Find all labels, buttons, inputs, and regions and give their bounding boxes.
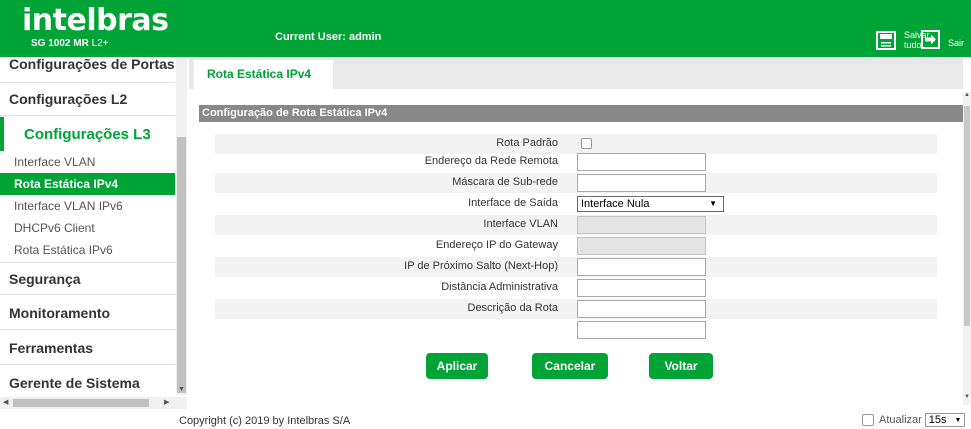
scroll-right-arrow-icon[interactable]: ▶ <box>164 398 169 406</box>
top-header: intelbras SG 1002 MR L2+ Current User: a… <box>0 0 971 57</box>
model-name: SG 1002 MR L2+ <box>31 38 109 49</box>
sidebar-section-label: Ferramentas <box>9 339 94 356</box>
content-scroll-down-icon[interactable]: ▼ <box>964 394 970 400</box>
content-scroll-up-icon[interactable]: ▲ <box>964 92 970 98</box>
refresh-interval-value: 15s <box>928 414 947 426</box>
back-button[interactable]: Voltar <box>649 353 713 379</box>
sidebar-section-label: Gerente de Sistema <box>9 375 140 391</box>
exit-button[interactable]: Sair <box>921 30 964 49</box>
gateway-ip-input <box>577 237 706 255</box>
chevron-down-icon: ▼ <box>709 199 717 208</box>
extra-input[interactable] <box>577 321 706 339</box>
brand-logo: intelbras <box>22 3 169 38</box>
sidebar-section-system-manager[interactable]: Gerente de Sistema <box>0 366 175 400</box>
tab-bar: Rota Estática IPv4 <box>189 57 963 89</box>
scroll-left-arrow-icon[interactable]: ◀ <box>3 398 8 406</box>
sidebar-section-port-config[interactable]: Configurações de Portas <box>0 57 175 77</box>
sidebar-vertical-scrollbar[interactable] <box>176 57 187 395</box>
remote-network-input[interactable] <box>577 153 706 171</box>
default-route-label: Rota Padrão <box>496 137 558 149</box>
form-row-exit-interface: Interface de Saída Interface Nula ▼ <box>215 194 937 214</box>
sidebar-item-interface-vlan[interactable]: Interface VLAN <box>0 151 175 173</box>
exit-interface-select[interactable]: Interface Nula ▼ <box>577 196 724 212</box>
sidebar-item-interface-vlan-ipv6[interactable]: Interface VLAN IPv6 <box>0 195 175 217</box>
apply-button[interactable]: Aplicar <box>426 353 488 379</box>
sidebar-section-label: Configurações L3 <box>24 125 151 143</box>
copyright-text: Copyright (c) 2019 by Intelbras S/A <box>179 415 351 427</box>
route-description-input[interactable] <box>577 300 706 318</box>
main-content: Rota Estática IPv4 Configuração de Rota … <box>189 57 963 407</box>
auto-refresh-control: Atualizar 15s ▼ <box>862 413 966 427</box>
refresh-interval-select[interactable]: 15s ▼ <box>924 413 966 427</box>
form-row-next-hop: IP de Próximo Salto (Next-Hop) <box>215 257 937 277</box>
sidebar-section-l2[interactable]: Configurações L2 <box>0 82 175 116</box>
exit-label: Sair <box>948 38 965 48</box>
panel-title: Configuração de Rota Estática IPv4 <box>199 105 963 122</box>
interface-vlan-label: Interface VLAN <box>483 218 558 230</box>
save-icon <box>876 30 896 50</box>
form-row-subnet-mask: Máscara de Sub-rede <box>215 173 937 193</box>
sidebar-scroll-thumb[interactable] <box>177 137 186 393</box>
gateway-ip-label: Endereço IP do Gateway <box>435 239 558 251</box>
form-row-route-description: Descrição da Rota <box>215 299 937 319</box>
form-row-interface-vlan: Interface VLAN <box>215 215 937 235</box>
sidebar-hscroll-thumb[interactable] <box>13 399 149 407</box>
default-route-checkbox[interactable] <box>581 138 592 149</box>
auto-refresh-label: Atualizar <box>879 414 922 426</box>
scroll-up-arrow-icon[interactable]: ▲ <box>162 63 169 70</box>
sidebar-section-label: Segurança <box>9 270 81 287</box>
form-row-gateway-ip: Endereço IP do Gateway <box>215 236 937 256</box>
auto-refresh-checkbox[interactable] <box>862 414 874 426</box>
exit-interface-value: Interface Nula <box>581 198 650 210</box>
sidebar-section-label: Configurações de Portas <box>9 57 175 72</box>
model-suffix: L2+ <box>88 38 109 49</box>
form-row-extra <box>215 320 937 340</box>
form-row-default-route: Rota Padrão <box>215 134 937 154</box>
exit-interface-label: Interface de Saída <box>468 197 558 209</box>
sidebar-section-tools[interactable]: Ferramentas <box>0 331 175 365</box>
sidebar-section-monitoring[interactable]: Monitoramento <box>0 296 175 330</box>
scroll-down-arrow-icon[interactable]: ▼ <box>178 386 185 393</box>
tab-static-route-ipv4[interactable]: Rota Estática IPv4 <box>194 60 333 89</box>
interface-vlan-input <box>577 216 706 234</box>
sidebar-section-security[interactable]: Segurança <box>0 262 175 295</box>
admin-distance-input[interactable] <box>577 279 706 297</box>
route-description-label: Descrição da Rota <box>467 302 559 314</box>
next-hop-label: IP de Próximo Salto (Next-Hop) <box>404 260 558 272</box>
remote-network-label: Endereço da Rede Remota <box>424 155 558 167</box>
cancel-button[interactable]: Cancelar <box>532 353 608 379</box>
form-row-admin-distance: Distância Administrativa <box>215 278 937 298</box>
exit-icon <box>921 30 940 49</box>
content-scroll-thumb[interactable] <box>964 106 970 326</box>
current-user-label: Current User: admin <box>275 31 382 43</box>
content-vertical-scrollbar[interactable]: ▲ ▼ <box>963 92 971 405</box>
sidebar-item-static-route-ipv6[interactable]: Rota Estática IPv6 <box>0 239 175 261</box>
sidebar-item-static-route-ipv4[interactable]: Rota Estática IPv4 <box>0 173 175 195</box>
sidebar-section-label: Configurações L2 <box>9 91 128 107</box>
admin-distance-label: Distância Administrativa <box>441 281 558 293</box>
sidebar-section-l3[interactable]: Configurações L3 <box>0 117 175 151</box>
sidebar-section-label: Monitoramento <box>9 304 111 321</box>
sidebar-item-dhcpv6-client[interactable]: DHCPv6 Client <box>0 217 175 239</box>
sidebar-horizontal-scrollbar[interactable]: ◀ ▶ <box>0 397 187 409</box>
chevron-down-icon: ▼ <box>954 416 962 424</box>
subnet-mask-input[interactable] <box>577 174 706 192</box>
sidebar: Configurações de Portas ▲ Configurações … <box>0 57 175 405</box>
subnet-mask-label: Máscara de Sub-rede <box>452 176 558 188</box>
next-hop-input[interactable] <box>577 258 706 276</box>
form-row-remote-network: Endereço da Rede Remota <box>215 152 937 172</box>
model-prefix: SG 1002 MR <box>31 38 89 49</box>
